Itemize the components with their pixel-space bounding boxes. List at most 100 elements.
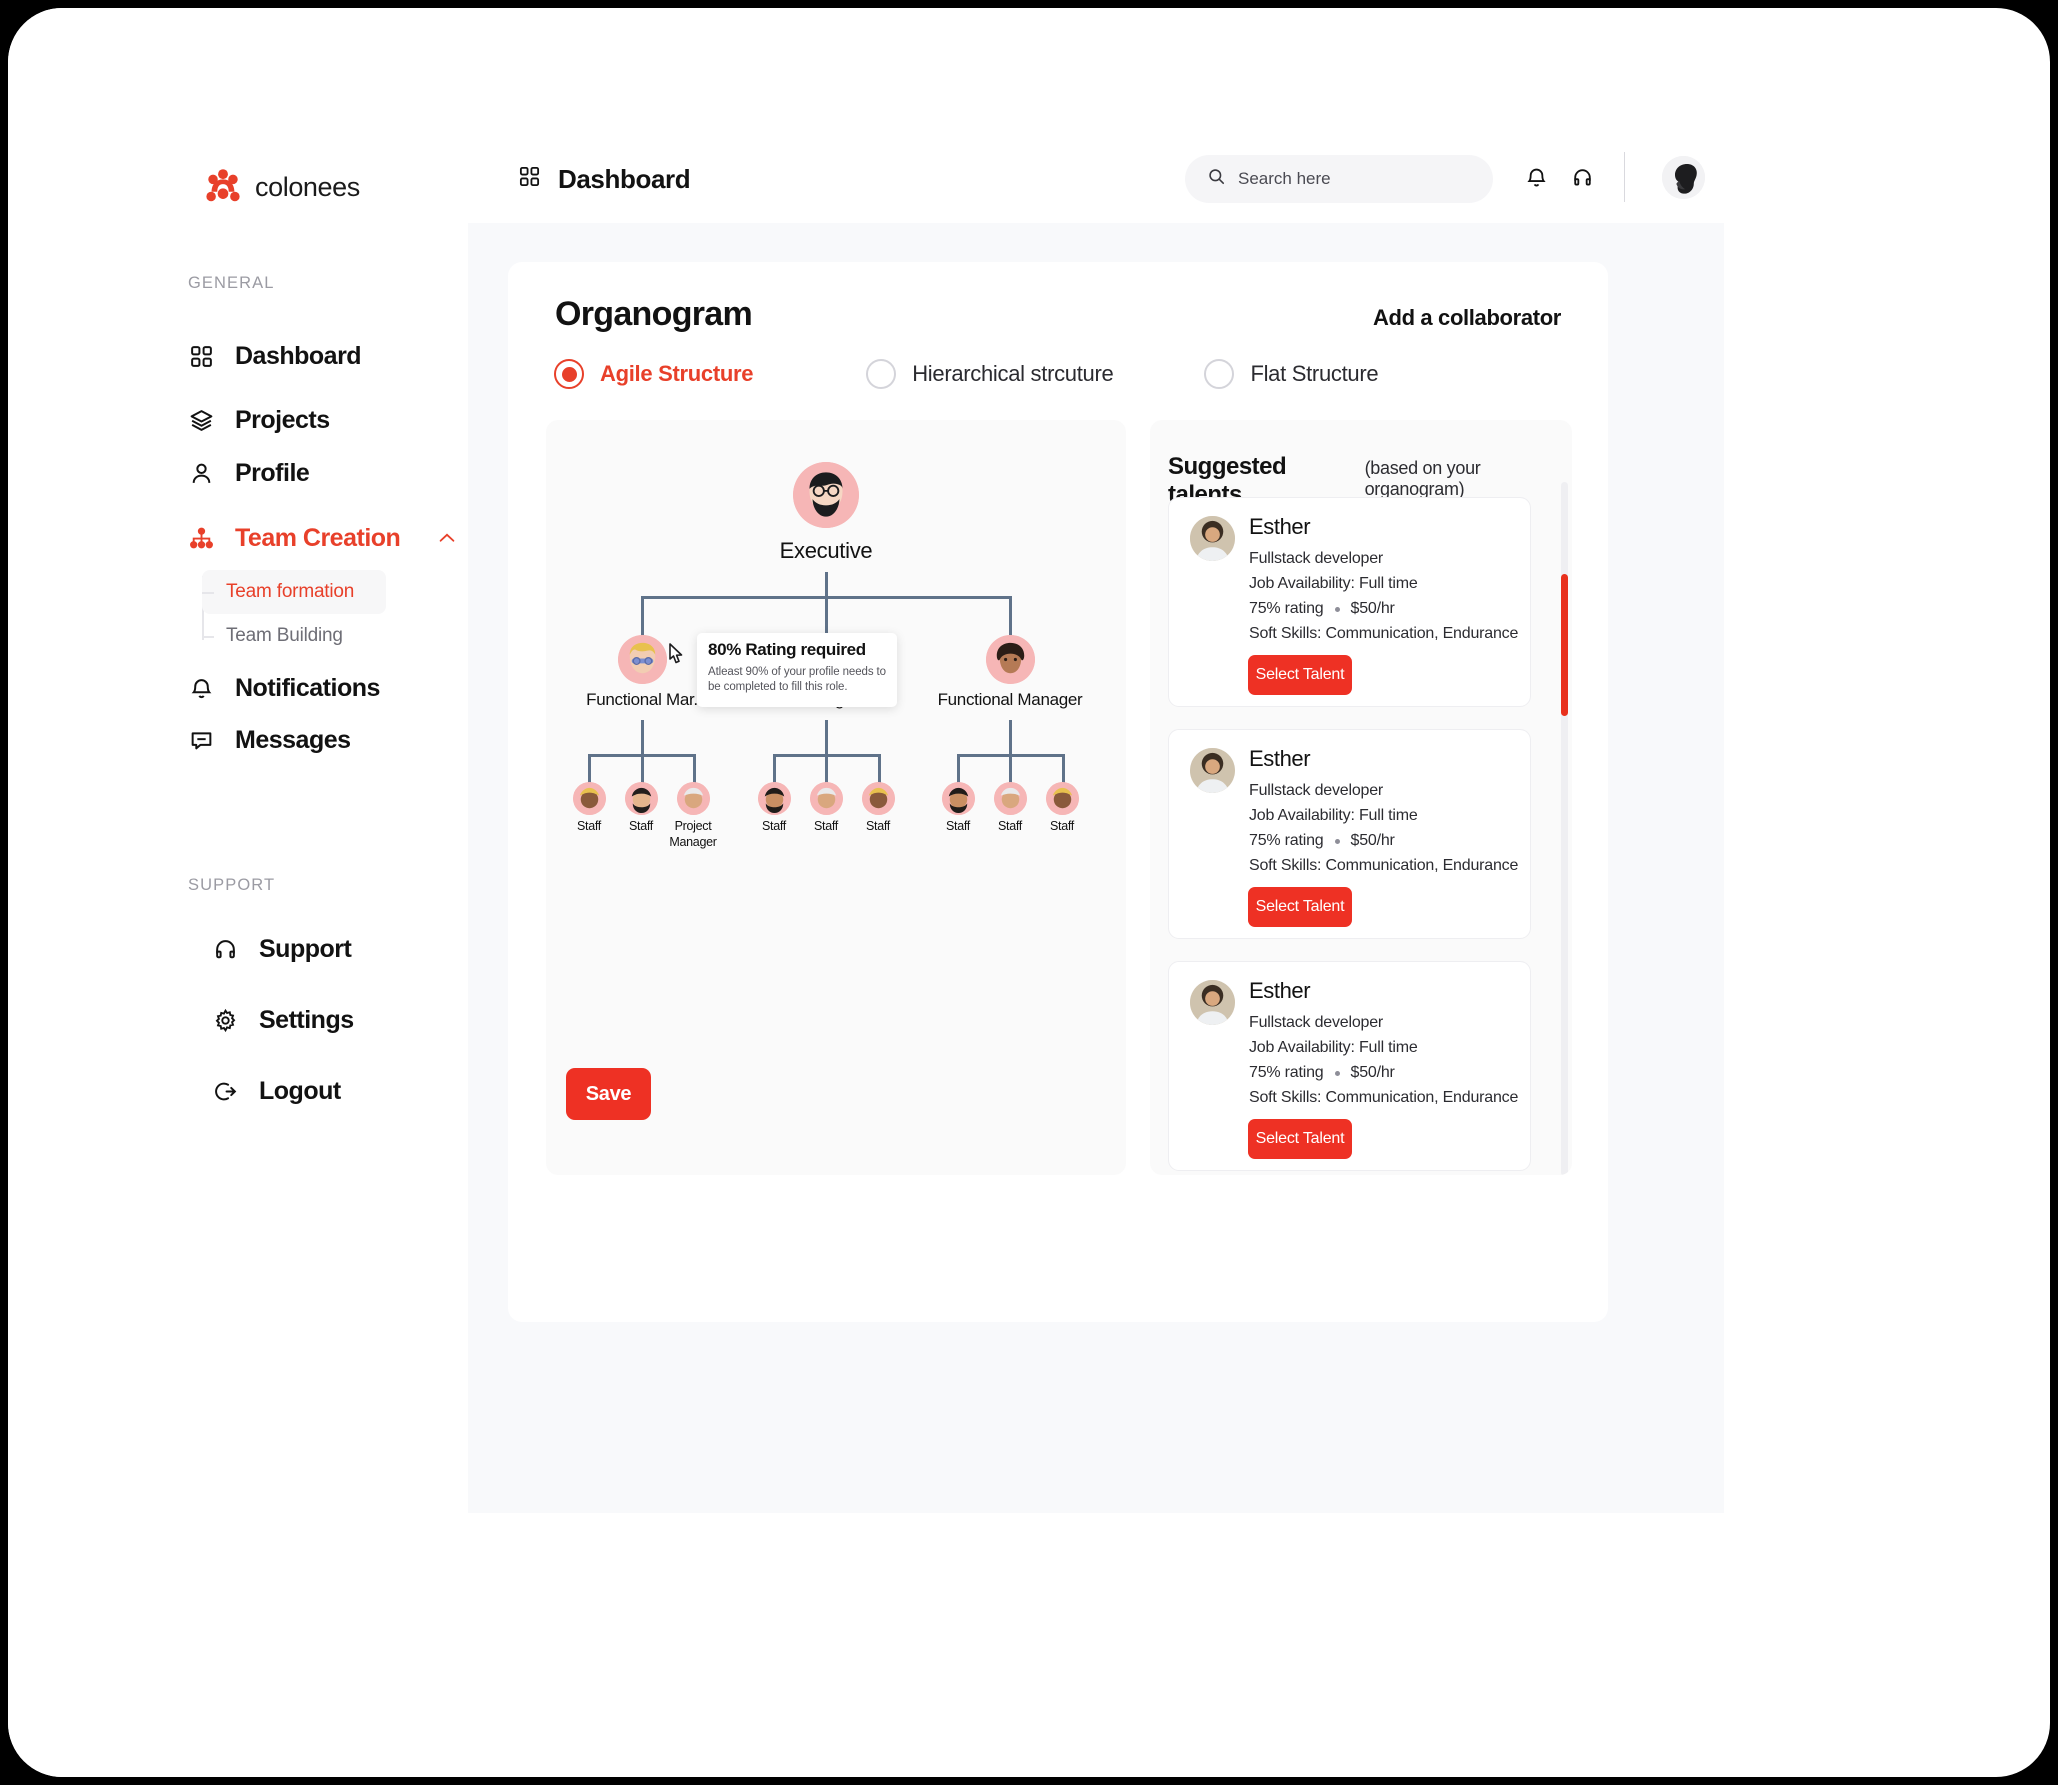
sidebar-subitem-label: Team Building bbox=[226, 625, 343, 646]
subnav-tick bbox=[202, 592, 214, 594]
gear-icon bbox=[212, 1007, 239, 1034]
tree-edge bbox=[641, 596, 644, 638]
org-node-label: Functional Mar. bbox=[586, 690, 698, 709]
tree-edge bbox=[878, 754, 881, 784]
tree-edge bbox=[957, 754, 960, 784]
org-node-functional-manager-2[interactable] bbox=[986, 635, 1035, 684]
chevron-up-icon[interactable] bbox=[436, 527, 458, 549]
sidebar-item-label: Profile bbox=[235, 458, 310, 487]
add-collaborator-button[interactable]: Add a collaborator bbox=[1373, 305, 1561, 331]
sidebar-item-label: Messages bbox=[235, 725, 351, 754]
breadcrumb: Dashboard bbox=[518, 164, 691, 195]
app-logo[interactable]: colonees bbox=[204, 168, 360, 206]
sidebar-item-messages[interactable]: Messages bbox=[188, 720, 351, 760]
user-icon bbox=[188, 460, 215, 487]
talent-rate: $50/hr bbox=[1350, 600, 1395, 617]
tree-edge bbox=[1009, 596, 1012, 638]
sidebar-item-team-creation[interactable]: Team Creation bbox=[188, 518, 458, 558]
org-node-staff[interactable] bbox=[1046, 782, 1079, 815]
role-requirement-tooltip: 80% Rating required Atleast 90% of your … bbox=[697, 633, 897, 707]
talents-scrollbar-thumb[interactable] bbox=[1561, 574, 1568, 716]
radio-label: Flat Structure bbox=[1250, 361, 1379, 386]
tooltip-body: Atleast 90% of your profile needs to be … bbox=[708, 666, 886, 694]
sidebar-item-label: Notifications bbox=[235, 673, 380, 702]
talent-card: Esther Fullstack developer Job Availabil… bbox=[1168, 961, 1531, 1171]
device-frame: colonees GENERAL Dashboard Projects Prof… bbox=[8, 8, 2050, 1777]
org-node-staff[interactable] bbox=[994, 782, 1027, 815]
radio-hierarchical-structure[interactable]: Hierarchical strcuture bbox=[866, 359, 1114, 389]
sidebar-subnav: Team formation Team Building bbox=[202, 570, 432, 658]
talent-availability: Job Availability: Full time bbox=[1249, 575, 1418, 592]
sidebar-item-projects[interactable]: Projects bbox=[188, 400, 330, 440]
select-talent-button[interactable]: Select Talent bbox=[1248, 887, 1352, 927]
sidebar-item-settings[interactable]: Settings bbox=[212, 1000, 354, 1040]
topbar-actions bbox=[1523, 152, 1705, 202]
save-button[interactable]: Save bbox=[566, 1068, 651, 1120]
tree-edge bbox=[957, 754, 1065, 757]
tree-edge bbox=[693, 754, 696, 784]
sidebar-item-label: Projects bbox=[235, 405, 330, 434]
main-region: Dashboard Search here Organogram Add a c… bbox=[468, 8, 2050, 1777]
talent-role: Fullstack developer bbox=[1249, 782, 1384, 799]
bullet-icon bbox=[1334, 606, 1340, 612]
select-talent-button[interactable]: Select Talent bbox=[1248, 655, 1352, 695]
org-node-staff[interactable] bbox=[862, 782, 895, 815]
select-talent-button[interactable]: Select Talent bbox=[1248, 1119, 1352, 1159]
radio-agile-structure[interactable]: Agile Structure bbox=[554, 359, 754, 389]
sidebar-item-label: Settings bbox=[259, 1005, 354, 1034]
bell-icon bbox=[188, 675, 215, 702]
colonees-logo-icon bbox=[204, 168, 242, 206]
talent-rating-rate: 75% rating $50/hr bbox=[1249, 1064, 1395, 1082]
sidebar-subitem-team-building[interactable]: Team Building bbox=[202, 614, 432, 658]
tree-edge bbox=[773, 754, 776, 784]
radio-dot-icon bbox=[554, 359, 584, 389]
headset-icon[interactable] bbox=[1569, 164, 1596, 191]
org-node-functional-manager-1[interactable] bbox=[618, 635, 667, 684]
avatar bbox=[1190, 516, 1235, 561]
talent-card: Esther Fullstack developer Job Availabil… bbox=[1168, 497, 1531, 707]
talent-rating: 75% rating bbox=[1249, 1064, 1324, 1081]
suggested-talents-panel: Suggested talents (based on your organog… bbox=[1150, 420, 1572, 1175]
org-node-project-manager[interactable] bbox=[677, 782, 710, 815]
sidebar-item-profile[interactable]: Profile bbox=[188, 453, 310, 493]
bell-icon[interactable] bbox=[1523, 164, 1550, 191]
sidebar-item-label: Dashboard bbox=[235, 341, 362, 370]
talent-skills: Soft Skills: Communication, Endurance bbox=[1249, 625, 1519, 642]
talent-rate: $50/hr bbox=[1350, 832, 1395, 849]
talent-rating-rate: 75% rating $50/hr bbox=[1249, 600, 1395, 618]
sidebar-item-notifications[interactable]: Notifications bbox=[188, 668, 380, 708]
talent-card: Esther Fullstack developer Job Availabil… bbox=[1168, 729, 1531, 939]
org-node-staff[interactable] bbox=[810, 782, 843, 815]
org-node-staff[interactable] bbox=[942, 782, 975, 815]
talent-skills: Soft Skills: Communication, Endurance bbox=[1249, 1089, 1519, 1106]
talent-role: Fullstack developer bbox=[1249, 550, 1384, 567]
sidebar-section-general: GENERAL bbox=[188, 274, 275, 292]
sidebar: colonees GENERAL Dashboard Projects Prof… bbox=[8, 8, 468, 1777]
grid-icon bbox=[188, 343, 215, 370]
talent-role: Fullstack developer bbox=[1249, 1014, 1384, 1031]
sidebar-item-support[interactable]: Support bbox=[212, 929, 352, 969]
tree-edge bbox=[641, 720, 644, 784]
org-node-staff[interactable] bbox=[625, 782, 658, 815]
sidebar-item-dashboard[interactable]: Dashboard bbox=[188, 336, 362, 376]
talent-skills: Soft Skills: Communication, Endurance bbox=[1249, 857, 1519, 874]
sidebar-item-logout[interactable]: Logout bbox=[212, 1071, 341, 1111]
sidebar-item-label: Logout bbox=[259, 1076, 341, 1105]
org-node-executive[interactable] bbox=[793, 462, 859, 528]
talents-scrollbar-track[interactable] bbox=[1561, 482, 1568, 1175]
talent-name: Esther bbox=[1249, 514, 1311, 539]
sidebar-subitem-team-formation[interactable]: Team formation bbox=[202, 570, 386, 614]
cursor-pointer-icon bbox=[664, 641, 690, 669]
avatar[interactable] bbox=[1662, 155, 1705, 199]
org-tree-icon bbox=[188, 525, 215, 552]
search-icon bbox=[1207, 167, 1226, 191]
org-node-staff[interactable] bbox=[573, 782, 606, 815]
org-node-label: Executive bbox=[779, 538, 873, 563]
headset-icon bbox=[212, 936, 239, 963]
talent-rating: 75% rating bbox=[1249, 600, 1324, 617]
org-node-staff[interactable] bbox=[758, 782, 791, 815]
divider bbox=[1624, 152, 1625, 202]
search-box[interactable] bbox=[1185, 155, 1493, 203]
search-input[interactable] bbox=[1238, 169, 1471, 189]
radio-flat-structure[interactable]: Flat Structure bbox=[1204, 359, 1379, 389]
